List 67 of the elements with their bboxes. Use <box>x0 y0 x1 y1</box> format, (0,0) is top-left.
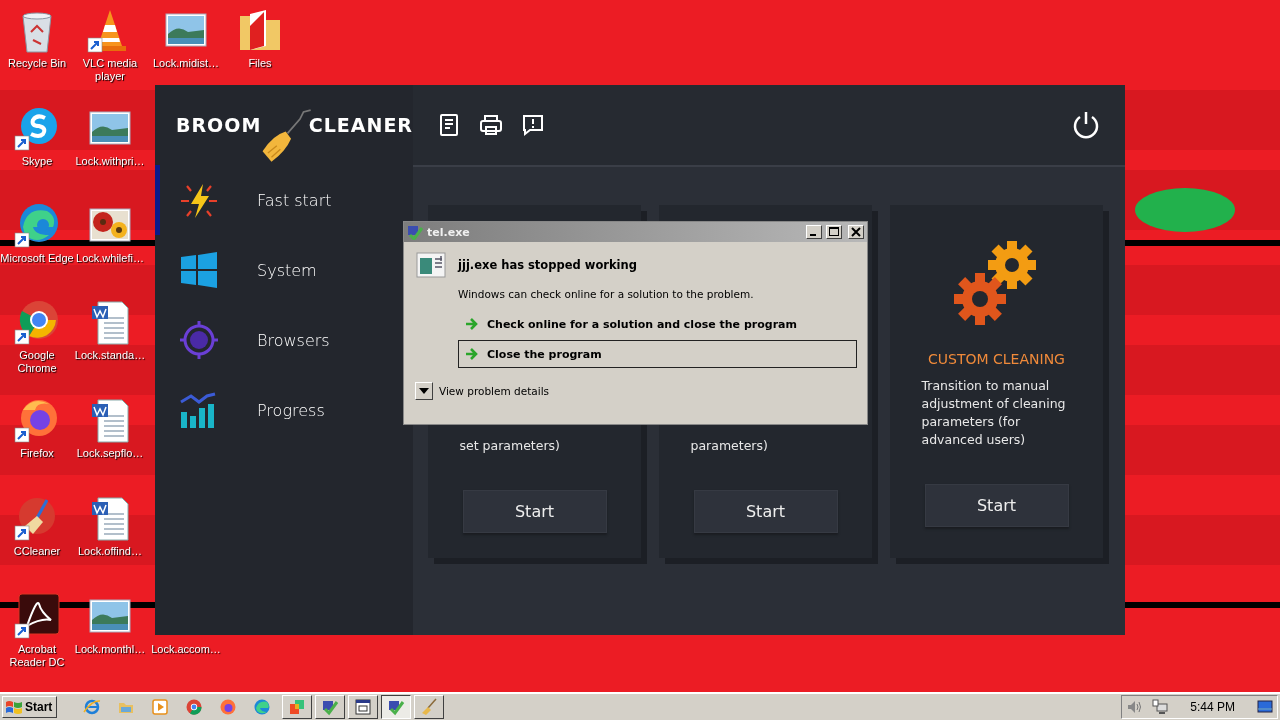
arrow-icon <box>465 347 479 361</box>
broom-icon <box>420 698 439 716</box>
close-button[interactable] <box>848 225 864 239</box>
installer-icon <box>321 698 340 716</box>
chrome-icon[interactable] <box>185 698 204 716</box>
minimize-icon <box>810 234 816 236</box>
desktop-icon-label[interactable]: Skype <box>0 155 74 168</box>
minimize-button[interactable] <box>806 225 822 239</box>
desktop-icon-label[interactable]: Lock.monthl… <box>73 643 147 656</box>
maximize-button[interactable] <box>826 225 842 239</box>
edge-icon[interactable] <box>13 201 61 249</box>
expand-button[interactable] <box>415 382 433 400</box>
desktop-icon-label[interactable]: Lock.sepflo… <box>73 447 147 460</box>
monitor-icon[interactable] <box>1257 699 1273 715</box>
document-icon[interactable] <box>437 113 461 137</box>
desktop-icon-label[interactable]: Acrobat Reader DC <box>0 643 74 669</box>
error-message: Windows can check online for a solution to the problem. <box>458 288 755 300</box>
application-icon <box>416 252 446 278</box>
globe-icon <box>179 320 219 360</box>
installer-icon <box>407 224 423 240</box>
windows-logo-icon <box>179 250 219 290</box>
power-icon[interactable] <box>1071 110 1101 140</box>
caret-icon <box>419 388 429 394</box>
command-link[interactable]: Close the program <box>458 340 857 368</box>
desktop-icon-label[interactable]: Lock.midist… <box>149 57 223 70</box>
colored-squares-icon <box>288 698 307 716</box>
desktop-icon-label[interactable]: Lock.whilefi… <box>73 252 147 265</box>
desktop-icon-label[interactable]: Microsoft Edge <box>0 252 74 265</box>
start-button[interactable]: Start <box>2 696 58 718</box>
logo-text: BROOM <box>176 114 262 136</box>
card-description: Transition to manual adjustment of cleaning parameters (for advanced users) <box>921 377 1067 449</box>
details-label[interactable]: View problem details <box>439 385 550 397</box>
desktop-icon-label[interactable]: Google Chrome <box>0 349 74 375</box>
logo-text: CLEANER <box>308 114 413 136</box>
start-button[interactable]: Start <box>693 490 838 533</box>
desktop-icon-label[interactable]: Files <box>223 57 297 70</box>
maximize-icon <box>827 226 841 238</box>
card-title: CUSTOM CLEANING <box>928 351 1065 367</box>
clock[interactable]: 5:44 PM <box>1190 700 1235 714</box>
close-icon <box>849 226 863 238</box>
windows-logo-icon <box>5 699 23 715</box>
desktop-icon-label[interactable]: Lock.withpri… <box>73 155 147 168</box>
error-heading: jjj.exe has stopped working <box>458 258 637 272</box>
acrobat-icon[interactable] <box>13 592 61 640</box>
desktop-icon-label[interactable]: Recycle Bin <box>0 57 74 70</box>
start-button[interactable]: Start <box>462 490 607 533</box>
card-description: set parameters) <box>459 437 561 455</box>
printer-icon[interactable] <box>479 113 503 137</box>
command-link[interactable]: Check online for a solution and close the program <box>458 310 857 338</box>
card-description: parameters) <box>690 437 769 455</box>
installer-icon <box>387 698 406 716</box>
taskbar-button[interactable] <box>381 695 412 719</box>
desktop-icon-label[interactable]: VLC media player <box>73 57 147 83</box>
window-icon <box>354 698 373 716</box>
start-button[interactable]: Start <box>924 484 1069 527</box>
internet-explorer-icon[interactable] <box>83 698 102 716</box>
chrome-icon[interactable] <box>13 298 61 346</box>
message-icon[interactable] <box>521 113 545 137</box>
desktop-icon-label[interactable]: Lock.accom… <box>149 643 223 656</box>
window-title: tel.exe <box>427 225 471 239</box>
network-icon[interactable] <box>1152 699 1169 715</box>
desktop-icon-label[interactable]: CCleaner <box>0 545 74 558</box>
desktop-icon-label[interactable]: Firefox <box>0 447 74 460</box>
firefox-icon[interactable] <box>219 698 238 716</box>
desktop-icon-label[interactable]: Lock.offind… <box>73 545 147 558</box>
arrow-icon <box>465 317 479 331</box>
desktop-icon-label[interactable]: Lock.standa… <box>73 349 147 362</box>
